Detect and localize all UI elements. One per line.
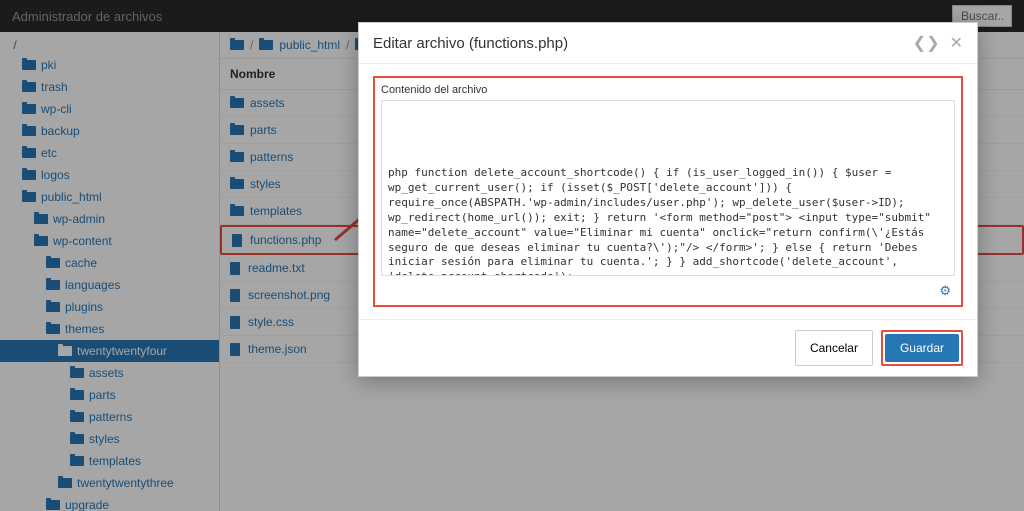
save-button[interactable]: Guardar xyxy=(885,334,959,362)
modal-footer: Cancelar Guardar xyxy=(359,319,977,376)
edit-file-modal: Editar archivo (functions.php) ❮❯ ✕ Cont… xyxy=(358,22,978,377)
save-highlight: Guardar xyxy=(881,330,963,366)
editor-highlight: Contenido del archivo ⚙ xyxy=(373,76,963,307)
modal-body: Contenido del archivo ⚙ xyxy=(359,64,977,319)
cancel-button[interactable]: Cancelar xyxy=(795,330,873,366)
gear-icon[interactable]: ⚙ xyxy=(381,281,955,299)
close-icon[interactable]: ✕ xyxy=(950,33,963,53)
file-content-editor[interactable] xyxy=(381,100,955,276)
code-icon[interactable]: ❮❯ xyxy=(913,33,940,53)
modal-title: Editar archivo (functions.php) xyxy=(373,35,913,52)
editor-label: Contenido del archivo xyxy=(381,84,955,96)
modal-header: Editar archivo (functions.php) ❮❯ ✕ xyxy=(359,23,977,64)
